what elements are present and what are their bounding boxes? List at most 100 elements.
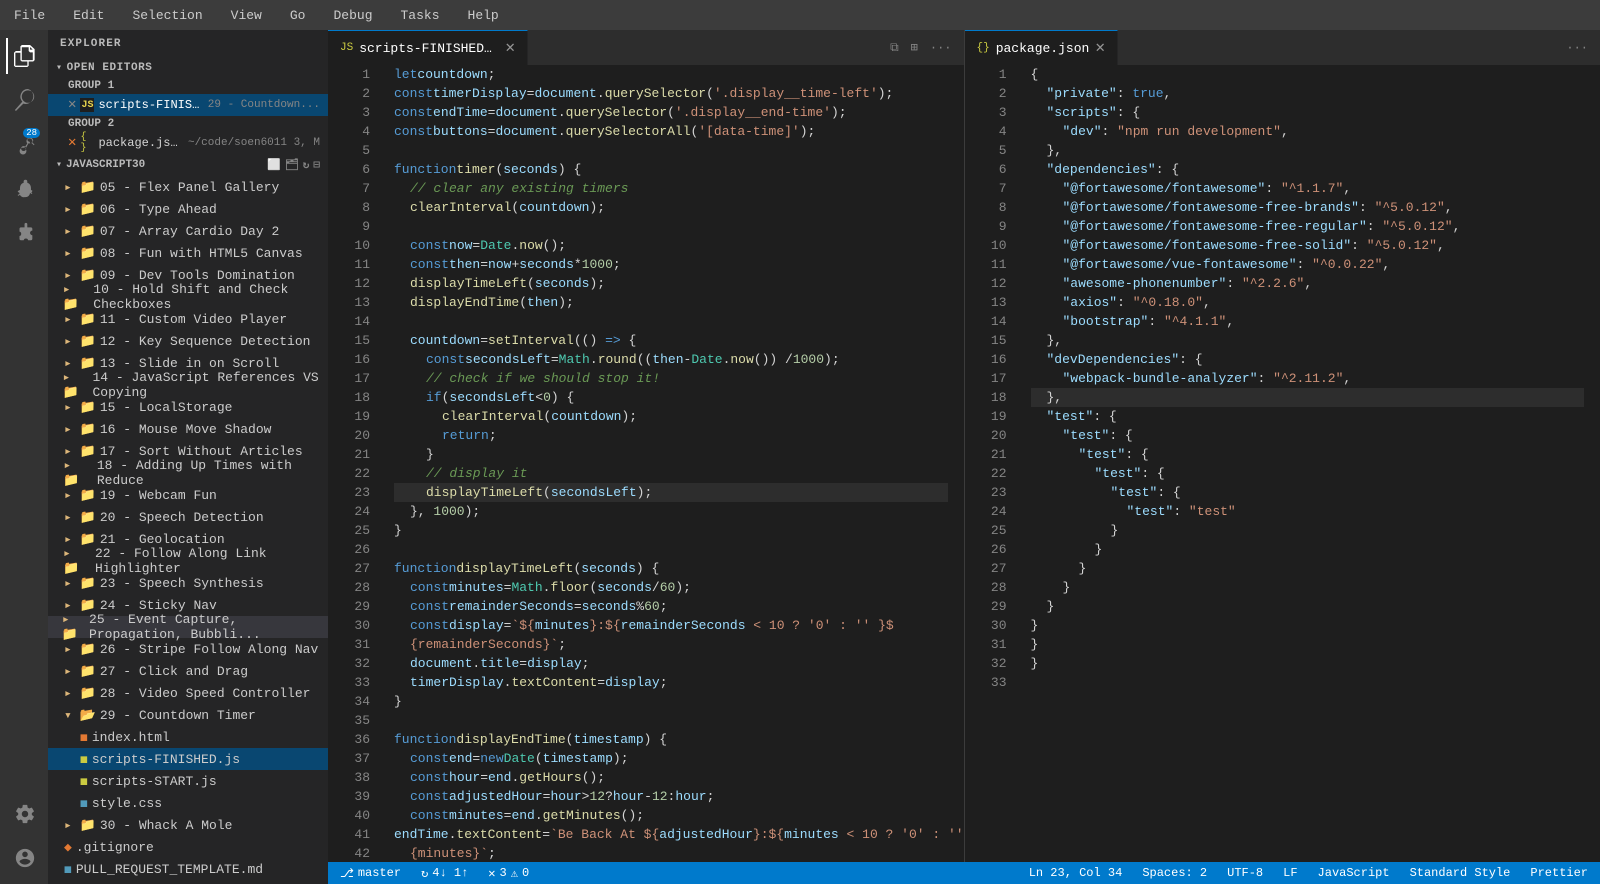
status-line-ending[interactable]: LF	[1279, 866, 1301, 880]
folder-16[interactable]: ▸ 📁16 - Mouse Move Shadow	[48, 418, 328, 440]
html-icon: ◼	[80, 730, 88, 745]
extensions-icon[interactable]	[6, 214, 42, 250]
sync-icon: ↻	[421, 866, 428, 881]
editor-close-package[interactable]: ✕	[68, 136, 76, 150]
folder-06[interactable]: ▸ 📁06 - Type Ahead	[48, 198, 328, 220]
folder-icon-29: ▾ 📂	[64, 708, 96, 723]
tab-scripts-finished[interactable]: JS scripts-FINISHED.js ✕	[328, 30, 528, 65]
editor-close-scripts[interactable]: ✕	[68, 98, 76, 112]
editor-item-package-json[interactable]: ✕ { } package.json ~/code/soen6011 3, M	[48, 132, 328, 154]
settings-icon[interactable]	[6, 796, 42, 832]
file-gitignore[interactable]: ◆.gitignore	[48, 836, 328, 858]
folder-22[interactable]: ▸ 📁22 - Follow Along Link Highlighter	[48, 550, 328, 572]
file-style-css[interactable]: ◼style.css	[48, 792, 328, 814]
sync-count: 4↓ 1↑	[432, 866, 468, 880]
status-language[interactable]: JavaScript	[1314, 866, 1394, 880]
folder-12[interactable]: ▸ 📁12 - Key Sequence Detection	[48, 330, 328, 352]
folder-25[interactable]: ▸ 📁25 - Event Capture, Propagation, Bubb…	[48, 616, 328, 638]
status-sync[interactable]: ↻ 4↓ 1↑	[417, 866, 472, 881]
menu-tasks[interactable]: Tasks	[395, 4, 446, 27]
split-editor-icon[interactable]: ⧉	[886, 39, 903, 57]
file-index-html[interactable]: ◼index.html	[48, 726, 328, 748]
status-encoding[interactable]: UTF-8	[1223, 866, 1267, 880]
folder-icon-18: ▸ 📁	[63, 458, 92, 488]
code-line-23: displayTimeLeft(secondsLeft);	[394, 483, 948, 502]
tab-package-json[interactable]: {} package.json ✕	[965, 30, 1118, 65]
folder-05[interactable]: ▸ 📁05 - Flex Panel Gallery	[48, 176, 328, 198]
folder-14[interactable]: ▸ 📁14 - JavaScript References VS Copying	[48, 374, 328, 396]
status-branch[interactable]: ⎇ master	[336, 866, 405, 881]
menu-debug[interactable]: Debug	[327, 4, 378, 27]
left-code-content[interactable]: let countdown; const timerDisplay = docu…	[378, 65, 964, 862]
left-line-numbers: 1 2 3 4 5 6 7 8 9 10 11 12 13 14	[328, 65, 378, 862]
file-scripts-start[interactable]: ◼scripts-START.js	[48, 770, 328, 792]
left-tab-actions: ⧉ ⊞ ···	[878, 30, 963, 65]
folder-30[interactable]: ▸ 📁30 - Whack A Mole	[48, 814, 328, 836]
code-line-6: function timer(seconds) {	[394, 160, 948, 179]
open-editors-section-header[interactable]: ▾ Open Editors	[48, 58, 328, 78]
menu-view[interactable]: View	[225, 4, 268, 27]
layout-icon[interactable]: ⊞	[907, 38, 922, 57]
right-code-content[interactable]: { "private": true, "scripts": { "dev": "…	[1015, 65, 1600, 862]
tab-package-close[interactable]: ✕	[1095, 40, 1105, 56]
right-code-area: 1 2 3 4 5 6 7 8 9 10 11 12 13 14	[965, 65, 1600, 862]
folder-08[interactable]: ▸ 📁08 - Fun with HTML5 Canvas	[48, 242, 328, 264]
code-line-32: document.title = display;	[394, 654, 948, 673]
json-line-12: "awesome-phonenumber": "^2.2.6",	[1031, 274, 1585, 293]
json-line-23: "test": {	[1031, 483, 1585, 502]
json-line-7: "@fortawesome/fontawesome": "^1.1.7",	[1031, 179, 1585, 198]
status-indent-style[interactable]: Standard Style	[1406, 866, 1515, 880]
debug-icon[interactable]	[6, 170, 42, 206]
menu-file[interactable]: File	[8, 4, 51, 27]
file-pull-request[interactable]: ◼PULL_REQUEST_TEMPLATE.md	[48, 858, 328, 880]
status-errors[interactable]: ✕ 3 ⚠ 0	[484, 866, 533, 881]
folder-28[interactable]: ▸ 📁28 - Video Speed Controller	[48, 682, 328, 704]
folder-27[interactable]: ▸ 📁27 - Click and Drag	[48, 660, 328, 682]
folder-10[interactable]: ▸ 📁10 - Hold Shift and Check Checkboxes	[48, 286, 328, 308]
json-line-5: },	[1031, 141, 1585, 160]
source-control-icon[interactable]: 28	[6, 126, 42, 162]
folder-icon-09: ▸ 📁	[64, 268, 96, 283]
account-icon[interactable]	[6, 840, 42, 876]
menu-help[interactable]: Help	[462, 4, 505, 27]
files-icon[interactable]	[6, 38, 42, 74]
search-icon[interactable]	[6, 82, 42, 118]
editor-filename-package: package.json	[98, 136, 184, 150]
refresh-icon[interactable]: ↻	[303, 158, 310, 172]
status-formatter[interactable]: Prettier	[1526, 866, 1592, 880]
folder-18[interactable]: ▸ 📁18 - Adding Up Times with Reduce	[48, 462, 328, 484]
menu-selection[interactable]: Selection	[126, 4, 208, 27]
json-line-20: "test": {	[1031, 426, 1585, 445]
folder-11[interactable]: ▸ 📁11 - Custom Video Player	[48, 308, 328, 330]
status-position[interactable]: Ln 23, Col 34	[1025, 866, 1127, 880]
code-line-24: }, 1000);	[394, 502, 948, 521]
warning-icon: ⚠	[511, 866, 518, 881]
code-line-11: const then = now + seconds * 1000;	[394, 255, 948, 274]
right-tab-actions: ···	[1554, 30, 1600, 65]
collapse-icon[interactable]: ⊟	[313, 158, 320, 172]
folder-07[interactable]: ▸ 📁07 - Array Cardio Day 2	[48, 220, 328, 242]
code-line-25: }	[394, 521, 948, 540]
javascript30-section-header[interactable]: ▾ JAVASCRIPT30 ⬜ 🗂 ↻ ⊟	[48, 154, 328, 176]
right-line-numbers: 1 2 3 4 5 6 7 8 9 10 11 12 13 14	[965, 65, 1015, 862]
tab-scripts-name: scripts-FINISHED.js	[359, 41, 499, 56]
file-readme[interactable]: ◼readme.md	[48, 880, 328, 884]
sidebar-content[interactable]: ▾ Open Editors GROUP 1 ✕ JS scripts-FINI…	[48, 58, 328, 884]
folder-29[interactable]: ▾ 📂29 - Countdown Timer	[48, 704, 328, 726]
new-folder-icon[interactable]: 🗂	[285, 158, 299, 172]
status-spaces[interactable]: Spaces: 2	[1138, 866, 1211, 880]
folder-26[interactable]: ▸ 📁26 - Stripe Follow Along Nav	[48, 638, 328, 660]
warning-count: 0	[522, 866, 529, 880]
file-scripts-finished[interactable]: ◼scripts-FINISHED.js	[48, 748, 328, 770]
folder-icon-24: ▸ 📁	[64, 598, 96, 613]
json-line-18: },	[1031, 388, 1585, 407]
branch-name: master	[358, 866, 401, 880]
tab-scripts-close[interactable]: ✕	[505, 40, 515, 56]
right-more-actions-icon[interactable]: ···	[1562, 39, 1592, 57]
editor-item-scripts-finished[interactable]: ✕ JS scripts-FINISHED.js 29 - Countdown.…	[48, 94, 328, 116]
folder-20[interactable]: ▸ 📁20 - Speech Detection	[48, 506, 328, 528]
menu-go[interactable]: Go	[284, 4, 312, 27]
new-file-icon[interactable]: ⬜	[267, 158, 281, 172]
more-actions-icon[interactable]: ···	[926, 39, 956, 57]
menu-edit[interactable]: Edit	[67, 4, 110, 27]
